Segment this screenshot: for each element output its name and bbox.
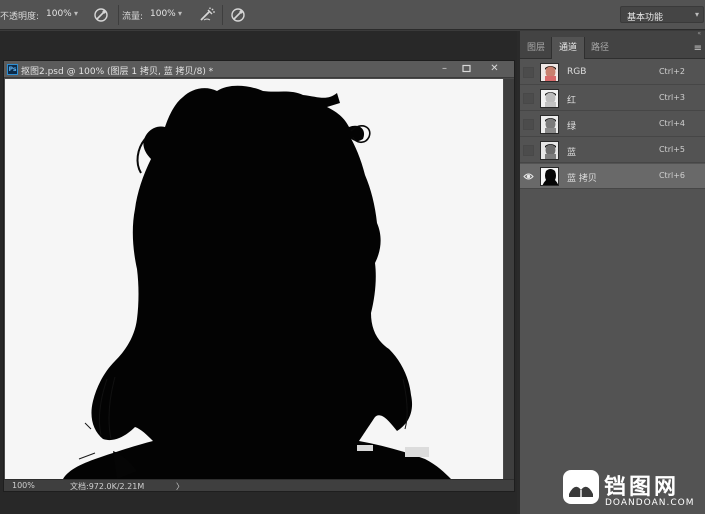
flow-value[interactable]: 100% (150, 9, 176, 19)
channel-thumbnail (540, 63, 559, 82)
opacity-value[interactable]: 100% (46, 9, 72, 19)
channel-name: RGB (567, 67, 587, 77)
minimize-icon[interactable]: – (438, 63, 451, 75)
tab-layers[interactable]: 图层 (520, 37, 552, 59)
visibility-toggle[interactable] (523, 93, 534, 104)
channel-row-green[interactable]: 绿 Ctrl+4 (520, 112, 705, 137)
channel-shortcut: Ctrl+5 (658, 145, 685, 154)
channel-row-red[interactable]: 红 Ctrl+3 (520, 86, 705, 111)
status-menu-arrow-icon[interactable]: 〉 (176, 481, 184, 492)
workspace-label: 基本功能 (627, 13, 664, 23)
watermark-logo-icon (563, 470, 599, 504)
channel-shortcut: Ctrl+4 (658, 119, 685, 128)
channel-thumbnail (540, 167, 559, 186)
vertical-scrollbar[interactable] (504, 79, 514, 479)
watermark-domain: DOANDOAN.COM (605, 498, 695, 508)
opacity-dropdown-icon[interactable]: ▾ (74, 9, 78, 18)
document-title-bar[interactable]: Ps 抠图2.psd @ 100% (图层 1 拷贝, 蓝 拷贝/8) * – … (4, 61, 514, 78)
flow-dropdown-icon[interactable]: ▾ (178, 9, 182, 18)
channel-name: 红 (567, 96, 577, 106)
channel-name: 蓝 (567, 148, 577, 158)
photoshop-file-icon: Ps (7, 64, 18, 75)
visibility-toggle[interactable] (523, 119, 534, 130)
eye-icon[interactable] (523, 171, 534, 182)
channel-row-rgb[interactable]: RGB Ctrl+2 (520, 60, 705, 85)
tab-paths[interactable]: 路径 (584, 37, 616, 59)
channel-shortcut: Ctrl+3 (658, 93, 685, 102)
maximize-icon[interactable] (460, 63, 473, 75)
document-info: 文档:972.0K/2.21M (70, 482, 145, 491)
document-title: 抠图2.psd @ 100% (图层 1 拷贝, 蓝 拷贝/8) * (21, 67, 214, 77)
chevron-down-icon: ▾ (694, 10, 699, 19)
workspace-switcher[interactable]: 基本功能 ▾ (620, 6, 704, 23)
channel-row-blue[interactable]: 蓝 Ctrl+5 (520, 138, 705, 163)
channel-shortcut: Ctrl+6 (658, 171, 685, 180)
status-bar: 100% 文档:972.0K/2.21M 〉 (4, 479, 514, 491)
panel-tabs: 图层 通道 路径 ≡ (520, 37, 705, 59)
channel-row-blue-copy[interactable]: 蓝 拷贝 Ctrl+6 (520, 164, 705, 189)
watermark: 铛图网 DOANDOAN.COM (563, 468, 705, 514)
pressure-opacity-icon[interactable] (92, 6, 110, 24)
channel-thumbnail (540, 89, 559, 108)
watermark-chinese: 铛图网 (604, 475, 680, 500)
visibility-toggle[interactable] (523, 145, 534, 156)
options-divider (222, 5, 223, 25)
opacity-label: 不透明度: (0, 12, 40, 22)
channel-thumbnail (540, 115, 559, 134)
channels-panel: « 图层 通道 路径 ≡ RGB Ctrl+2 红 Ctrl+3 绿 Ctrl+… (520, 30, 705, 514)
document-window: Ps 抠图2.psd @ 100% (图层 1 拷贝, 蓝 拷贝/8) * – … (3, 60, 515, 492)
options-bar: 不透明度: 100% ▾ 流量: 100% ▾ 基本功能 ▾ (0, 0, 705, 30)
channel-thumbnail (540, 141, 559, 160)
airbrush-icon[interactable] (198, 6, 216, 24)
channel-name: 绿 (567, 122, 577, 132)
canvas-image[interactable] (5, 79, 503, 479)
pressure-size-icon[interactable] (229, 6, 247, 24)
channel-shortcut: Ctrl+2 (658, 67, 685, 76)
silhouette-image (5, 79, 503, 479)
options-divider (118, 5, 119, 25)
visibility-toggle[interactable] (523, 67, 534, 78)
panel-menu-icon[interactable]: ≡ (694, 43, 702, 54)
tab-channels[interactable]: 通道 (551, 37, 586, 59)
close-icon[interactable]: ✕ (488, 63, 501, 75)
zoom-level[interactable]: 100% (12, 481, 35, 490)
flow-label: 流量: (122, 12, 144, 22)
collapse-panel-icon[interactable]: « (697, 30, 701, 37)
channel-name: 蓝 拷贝 (567, 174, 597, 184)
